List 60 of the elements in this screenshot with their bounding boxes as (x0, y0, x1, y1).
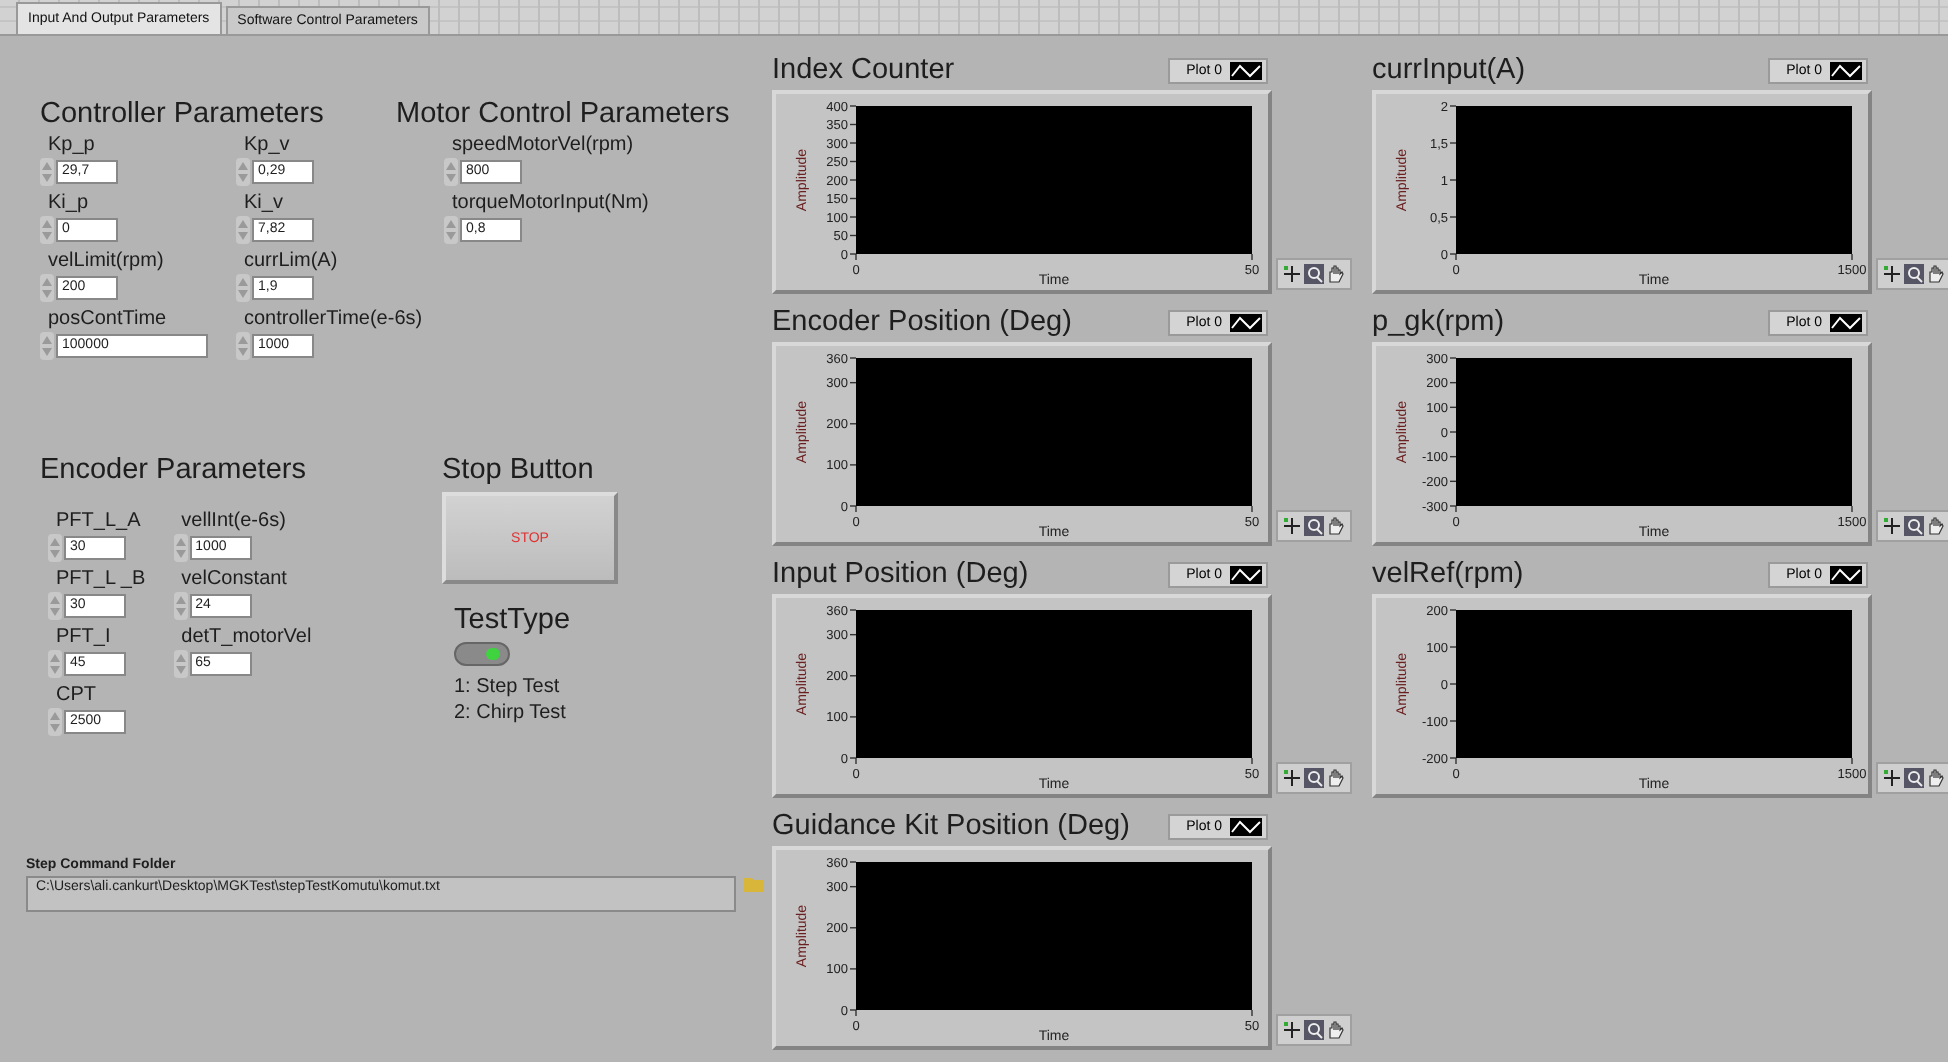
control-label: torqueMotorInput(Nm) (450, 190, 651, 216)
line-sample-icon (1230, 817, 1262, 835)
section-title: Encoder Parameters (40, 454, 308, 488)
graph-title: currInput(A) (1372, 54, 1526, 86)
crosshair-icon[interactable] (1282, 768, 1302, 788)
crosshair-icon[interactable] (1882, 516, 1902, 536)
hand-icon[interactable] (1326, 768, 1346, 788)
line-sample-icon (1230, 565, 1262, 583)
control-label: PFT_I (54, 624, 113, 650)
hand-icon[interactable] (1326, 264, 1346, 284)
control-label: velLimit(rpm) (46, 248, 166, 274)
zoom-icon[interactable] (1304, 264, 1324, 284)
zoom-icon[interactable] (1904, 264, 1924, 284)
control-label: vellInt(e-6s) (179, 508, 288, 534)
zoom-icon[interactable] (1304, 516, 1324, 536)
crosshair-icon[interactable] (1882, 264, 1902, 284)
control-label: Ki_v (242, 190, 285, 216)
zoom-icon[interactable] (1304, 1020, 1324, 1040)
control-label: speedMotorVel(rpm) (450, 132, 636, 158)
hand-icon[interactable] (1326, 516, 1346, 536)
section-title: TestType (454, 604, 571, 638)
graph-title: velRef(rpm) (1372, 558, 1524, 590)
control-label: Ki_p (46, 190, 91, 216)
option-text: 2: Chirp Test (454, 700, 566, 726)
crosshair-icon[interactable] (1282, 516, 1302, 536)
hand-icon[interactable] (1926, 264, 1946, 284)
hand-icon[interactable] (1326, 1020, 1346, 1040)
section-title: Motor Control Parameters (396, 98, 730, 132)
control-label: PFT_L _B (54, 566, 146, 592)
toggle-switch[interactable] (454, 642, 510, 666)
graph-title: Index Counter (772, 54, 955, 86)
section-title: Controller Parameters (40, 98, 326, 132)
section-title: Stop Button (442, 454, 594, 488)
zoom-icon[interactable] (1304, 768, 1324, 788)
control-label: posContTime (46, 306, 169, 332)
control-label: Kp_p (46, 132, 97, 158)
control-label: Kp_v (242, 132, 292, 158)
crosshair-icon[interactable] (1282, 1020, 1302, 1040)
graph-title: Guidance Kit Position (Deg) (772, 810, 1130, 842)
line-sample-icon (1230, 313, 1262, 331)
graph-title: Encoder Position (Deg) (772, 306, 1072, 338)
control-label: detT_motorVel (179, 624, 312, 650)
control-label: CPT (54, 682, 98, 708)
option-text: 1: Step Test (454, 674, 560, 700)
control-label: velConstant (179, 566, 289, 592)
graph-title: p_gk(rpm) (1372, 306, 1505, 338)
control-label: PFT_L_A (54, 508, 143, 534)
crosshair-icon[interactable] (1282, 264, 1302, 284)
line-sample-icon (1830, 313, 1862, 331)
graph-title: Input Position (Deg) (772, 558, 1029, 590)
control-label: currLim(A) (242, 248, 340, 274)
line-sample-icon (1230, 61, 1262, 79)
hand-icon[interactable] (1926, 768, 1946, 788)
zoom-icon[interactable] (1904, 516, 1924, 536)
line-sample-icon (1830, 61, 1862, 79)
hand-icon[interactable] (1926, 516, 1946, 536)
line-sample-icon (1830, 565, 1862, 583)
control-label: controllerTime(e-6s) (242, 306, 423, 332)
crosshair-icon[interactable] (1882, 768, 1902, 788)
zoom-icon[interactable] (1904, 768, 1924, 788)
